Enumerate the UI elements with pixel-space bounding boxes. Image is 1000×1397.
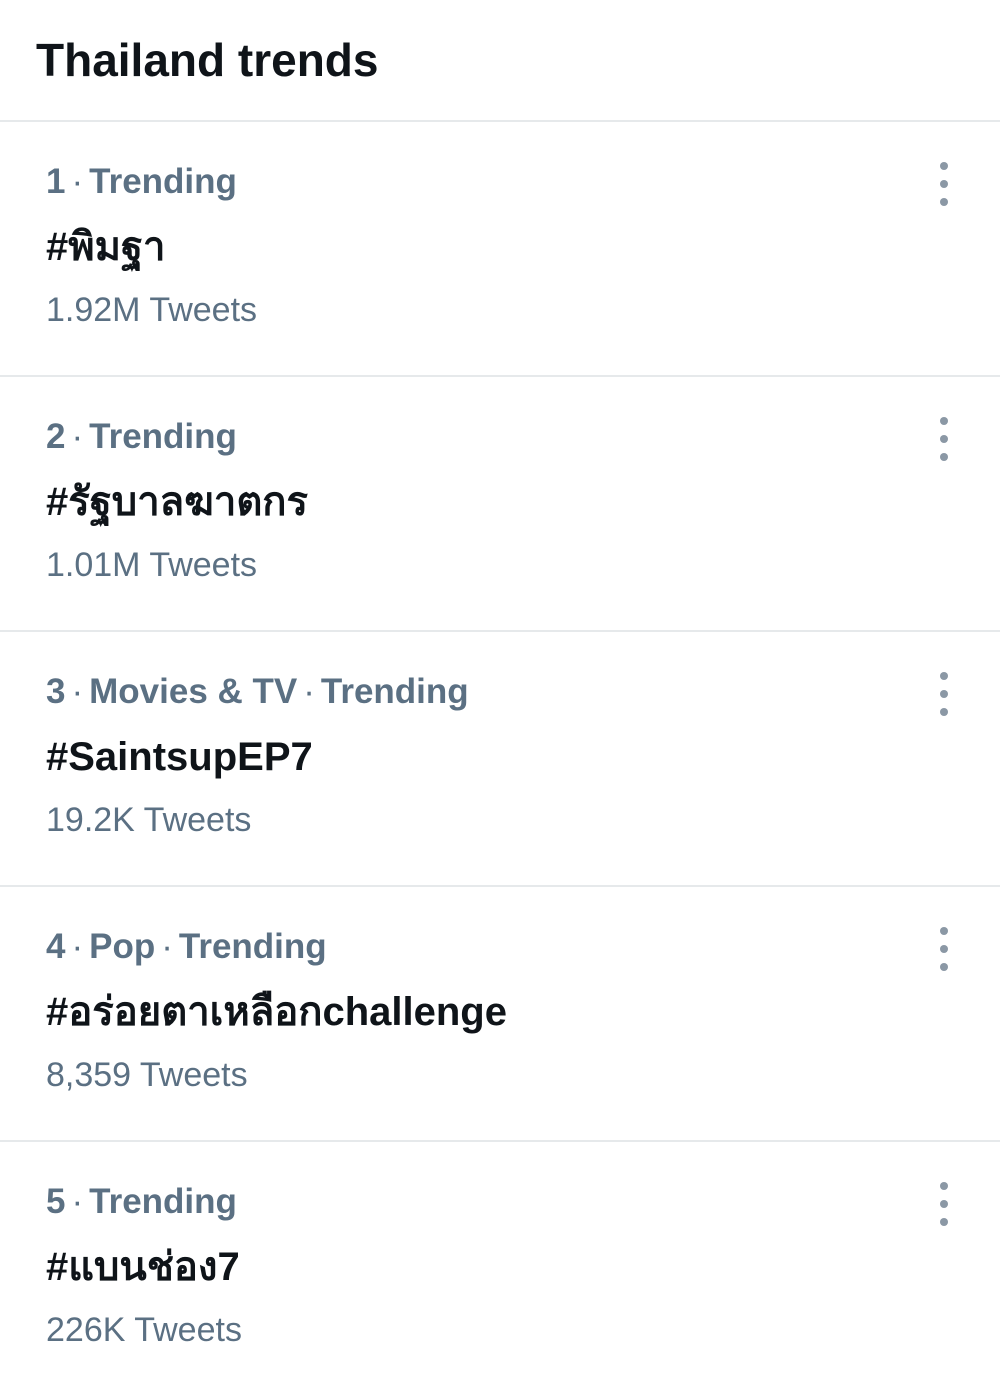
more-dot [940, 198, 948, 206]
trend-status: Trending [178, 927, 327, 966]
more-vertical-icon[interactable] [926, 417, 962, 461]
trend-name[interactable]: #รัฐบาลฆาตกร [46, 479, 308, 525]
trend-status: Trending [89, 417, 237, 456]
trend-status: Trending [89, 1182, 237, 1221]
trend-name[interactable]: #SaintsupEP7 [46, 734, 313, 780]
more-dot [940, 180, 948, 188]
trends-header: Thailand trends [0, 0, 1000, 122]
trend-tweet-count: 8,359 Tweets [46, 1056, 248, 1094]
separator-dot: · [71, 162, 84, 201]
trend-item[interactable]: 1 · Trending #พิมฐา 1.92M Tweets [0, 122, 1000, 377]
trend-rank: 2 [46, 417, 66, 456]
more-dot [940, 690, 948, 698]
trend-name[interactable]: #อร่อยตาเหลือกchallenge [46, 989, 507, 1035]
trend-tweet-count: 19.2K Tweets [46, 801, 252, 839]
more-dot [940, 417, 948, 425]
trend-category: Movies & TV [89, 672, 298, 711]
trend-rank: 3 [46, 672, 66, 711]
more-dot [940, 435, 948, 443]
trend-context: 3 · Movies & TV · Trending [46, 672, 469, 712]
trend-status: Trending [89, 162, 237, 201]
more-dot [940, 1200, 948, 1208]
trend-item[interactable]: 5 · Trending #แบนช่อง7 226K Tweets [0, 1142, 1000, 1397]
separator-dot: · [71, 417, 84, 456]
more-dot [940, 1182, 948, 1190]
trend-context: 4 · Pop · Trending [46, 927, 327, 967]
trend-tweet-count: 226K Tweets [46, 1311, 242, 1349]
more-vertical-icon[interactable] [926, 927, 962, 971]
more-vertical-icon[interactable] [926, 1182, 962, 1226]
trends-panel: Thailand trends 1 · Trending #พิมฐา 1.92M Tw… [0, 0, 1000, 1387]
trend-tweet-count: 1.92M Tweets [46, 291, 258, 329]
separator-dot: · [71, 672, 84, 711]
trend-context: 1 · Trending [46, 162, 237, 202]
more-vertical-icon[interactable] [926, 162, 962, 206]
trend-item[interactable]: 4 · Pop · Trending #อร่อยตาเหลือกchallenge 8,3… [0, 887, 1000, 1142]
trend-list: 1 · Trending #พิมฐา 1.92M Tweets 2 · Trending #ร… [0, 122, 1000, 1397]
more-dot [940, 162, 948, 170]
trend-item[interactable]: 3 · Movies & TV · Trending #SaintsupEP7 19.2K … [0, 632, 1000, 887]
trend-tweet-count: 1.01M Tweets [46, 546, 258, 584]
more-dot [940, 945, 948, 953]
trend-category: Pop [89, 927, 156, 966]
trend-rank: 4 [46, 927, 66, 966]
page-title: Thailand trends [36, 34, 379, 86]
more-dot [940, 453, 948, 461]
trend-status: Trending [320, 672, 469, 711]
trend-context: 2 · Trending [46, 417, 237, 457]
separator-dot: · [303, 672, 315, 711]
trend-rank: 5 [46, 1182, 66, 1221]
trend-name[interactable]: #พิมฐา [46, 224, 166, 270]
more-vertical-icon[interactable] [926, 672, 962, 716]
trend-name[interactable]: #แบนช่อง7 [46, 1244, 240, 1290]
more-dot [940, 708, 948, 716]
trend-context: 5 · Trending [46, 1182, 237, 1222]
more-dot [940, 1218, 948, 1226]
more-dot [940, 672, 948, 680]
more-dot [940, 927, 948, 935]
more-dot [940, 963, 948, 971]
separator-dot: · [71, 927, 84, 966]
trend-item[interactable]: 2 · Trending #รัฐบาลฆาตกร 1.01M Tweets [0, 377, 1000, 632]
separator-dot: · [71, 1182, 84, 1221]
trend-rank: 1 [46, 162, 66, 201]
separator-dot: · [161, 927, 173, 966]
